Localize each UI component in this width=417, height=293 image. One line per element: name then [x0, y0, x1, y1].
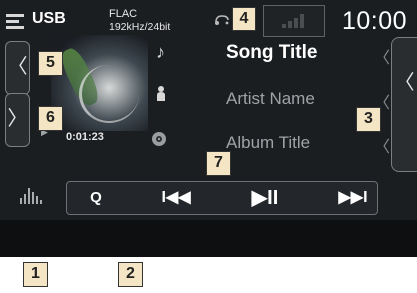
- album-artwork: [51, 35, 148, 131]
- artist-name: Artist Name: [226, 89, 315, 108]
- menu-icon[interactable]: [6, 14, 26, 29]
- search-button[interactable]: Q: [81, 185, 111, 211]
- music-note-icon: ♪: [156, 42, 165, 62]
- source-label: USB: [32, 10, 66, 27]
- signal-display: [263, 5, 325, 37]
- bitrate-label: 192kHz/24bit: [109, 21, 171, 33]
- next-track-button[interactable]: ▶▶I: [329, 185, 377, 211]
- callout-5: 5: [38, 51, 63, 76]
- song-title: Song Title: [226, 42, 318, 63]
- clock: 10:00: [342, 7, 408, 35]
- list-panel-tab[interactable]: 〈: [391, 37, 417, 172]
- playback-control-bar: Q I◀◀ ▶II ▶▶I: [66, 181, 378, 215]
- equalizer-icon[interactable]: [20, 186, 42, 204]
- album-title: Album Title: [226, 133, 311, 152]
- apps-button[interactable]: [22, 227, 48, 253]
- callout-3: 3: [356, 107, 381, 132]
- callout-6: 6: [38, 106, 63, 131]
- callout-1: 1: [23, 262, 48, 287]
- function-bar-label: MUSIC: [205, 240, 231, 249]
- next-source-tab[interactable]: 〉: [5, 93, 30, 147]
- format-label: FLAC: [109, 8, 138, 20]
- callout-7: 7: [206, 151, 231, 176]
- previous-track-button[interactable]: I◀◀: [151, 185, 201, 211]
- chevron-left-icon: 〈: [374, 139, 391, 156]
- connection-icon: [214, 14, 230, 29]
- audio-format: FLAC 192kHz/24bit: [109, 8, 170, 34]
- function-bar-left-arrow[interactable]: 〈: [65, 226, 85, 255]
- person-icon: [156, 85, 166, 106]
- disc-icon: [151, 131, 167, 152]
- callout-4: 4: [232, 7, 256, 31]
- function-bar-right-arrow[interactable]: 〉: [395, 226, 415, 255]
- previous-source-tab[interactable]: 〈: [5, 41, 30, 95]
- elapsed-time: 0:01:23: [66, 131, 104, 143]
- callout-2: 2: [118, 262, 143, 287]
- play-pause-button[interactable]: ▶II: [237, 185, 293, 211]
- signal-icon: [282, 14, 308, 28]
- chevron-left-icon: 〈: [374, 50, 391, 67]
- function-bar: 〈 MUSIC 〉: [62, 221, 416, 257]
